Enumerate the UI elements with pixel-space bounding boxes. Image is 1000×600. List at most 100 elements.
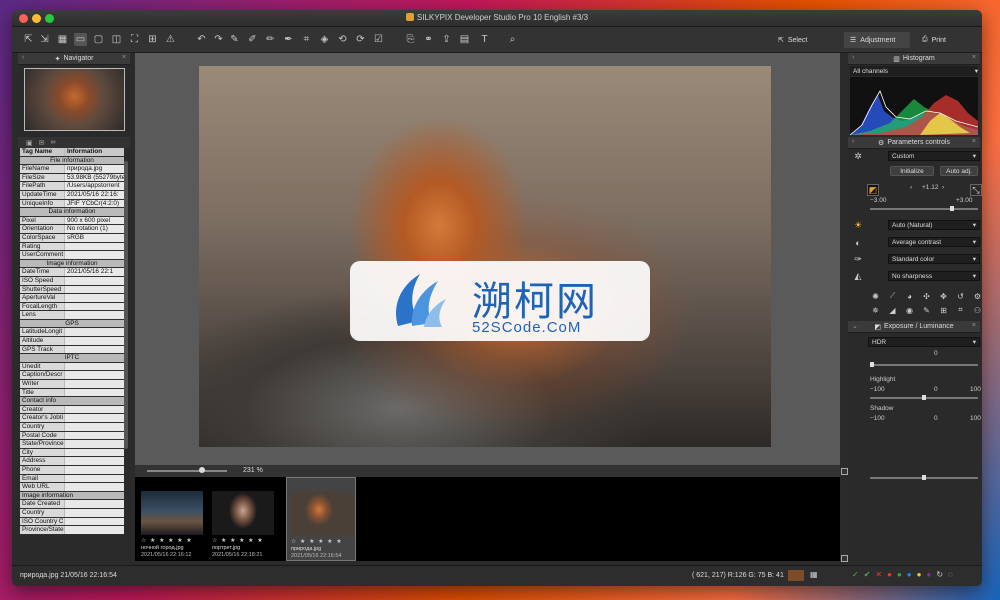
paste-params-icon[interactable]: ⎘ xyxy=(404,33,417,46)
purple-label-icon[interactable]: ● xyxy=(926,570,931,579)
info-row[interactable]: Creator's Jobti xyxy=(20,414,124,423)
highlight-slider-knob[interactable] xyxy=(922,395,926,400)
highlight-slider[interactable] xyxy=(870,395,978,400)
green-label-icon[interactable]: ● xyxy=(897,570,902,579)
info-row[interactable]: UniqueInfo JFIF YCbCr(4:2:0) xyxy=(20,199,124,209)
info-row[interactable]: Unedit xyxy=(20,362,124,372)
hsl-icon[interactable]: ◕ xyxy=(902,290,917,302)
fine-color-icon[interactable]: ✣ xyxy=(919,290,934,302)
contrast-select[interactable]: Average contrast ▾ xyxy=(888,237,980,247)
contrast-icon[interactable]: ◐ xyxy=(852,237,864,249)
undo-icon[interactable]: ↶ xyxy=(195,33,208,46)
info-row[interactable]: GPS Track xyxy=(20,345,124,355)
info-row[interactable]: ApertureVal xyxy=(20,294,124,303)
image-viewer[interactable]: 溯柯网 52SCode.CoM xyxy=(135,53,840,465)
info-row[interactable]: Orientation No rotation (1) xyxy=(20,225,124,234)
info-row[interactable]: Email xyxy=(20,474,124,484)
spot-remove-icon[interactable]: ◈ xyxy=(318,33,331,46)
info-row[interactable]: City xyxy=(20,448,124,458)
hdr-slider-knob[interactable] xyxy=(870,362,874,367)
info-row[interactable]: LatitudeLongit xyxy=(20,328,124,338)
info-row[interactable]: Address xyxy=(20,457,124,466)
lens-icon[interactable]: ✥ xyxy=(936,290,951,302)
info-row[interactable]: Phone xyxy=(20,465,124,475)
blue-label-icon[interactable]: ● xyxy=(907,570,912,579)
taste-gear-icon[interactable]: ✲ xyxy=(852,150,864,162)
shadow-value[interactable]: 0 xyxy=(934,415,938,422)
info-row[interactable]: UpdateTime 2021/05/16 22:16: xyxy=(20,190,124,200)
info-row[interactable]: Lens xyxy=(20,311,124,320)
color-select[interactable]: Standard color ▾ xyxy=(888,254,980,264)
export-icon[interactable]: ⇲ xyxy=(38,33,51,46)
highlight-value[interactable]: 0 xyxy=(934,386,938,393)
info-row[interactable]: ISO Speed xyxy=(20,276,124,286)
transform-icon[interactable]: ⚇ xyxy=(970,304,982,316)
close-panel-icon[interactable]: × xyxy=(122,54,126,61)
info-row[interactable]: Web URL xyxy=(20,483,124,492)
noise-icon[interactable]: ✺ xyxy=(868,290,883,302)
info-row[interactable]: Writer xyxy=(20,380,124,389)
info-row[interactable]: ISO Country C xyxy=(20,517,124,527)
info-row[interactable]: Creator xyxy=(20,405,124,415)
red-label-icon[interactable]: ● xyxy=(887,570,892,579)
share-icon[interactable]: ⇪ xyxy=(440,33,453,46)
highlight-icon[interactable]: ✵ xyxy=(868,304,883,316)
ok-check-icon[interactable]: ✓ xyxy=(852,570,859,579)
rotate-right-icon[interactable]: ⟳ xyxy=(354,33,367,46)
close-panel-icon[interactable]: × xyxy=(972,322,976,329)
sharpness-select[interactable]: No sharpness ▾ xyxy=(888,271,980,281)
white-balance-picker-icon[interactable]: ✐ xyxy=(246,33,259,46)
single-view-icon[interactable]: ▭ xyxy=(74,33,87,46)
hdr-slider[interactable] xyxy=(870,362,978,367)
color-brush-icon[interactable]: ✑ xyxy=(852,254,864,266)
info-tab-icon[interactable]: ▣ xyxy=(26,139,33,147)
info-row[interactable]: Altitude xyxy=(20,337,124,346)
info-row[interactable]: DateTime 2021/05/16 22:1 xyxy=(20,268,124,277)
info-row[interactable]: Date Created xyxy=(20,500,124,509)
eyedropper-icon[interactable]: ✒ xyxy=(282,33,295,46)
info-row[interactable]: Rating xyxy=(20,242,124,252)
info-row[interactable]: FilePath/Users/appstorrent xyxy=(20,182,124,191)
redo-icon[interactable]: ↷ xyxy=(212,33,225,46)
grid-toggle-icon[interactable]: ▦ xyxy=(810,570,818,579)
auto-adjust-button[interactable]: Auto adj. xyxy=(940,166,978,176)
eye-icon[interactable]: ◉ xyxy=(902,304,917,316)
text-tool-icon[interactable]: T xyxy=(478,33,491,46)
info-row[interactable]: FileSize 53.98KB (55279byte xyxy=(20,173,124,183)
collapse-arrow-icon[interactable]: ‹ xyxy=(22,54,24,61)
undo-icon[interactable]: ↺ xyxy=(953,290,968,302)
close-panel-icon[interactable]: × xyxy=(972,54,976,61)
collapse-arrow-icon[interactable]: › xyxy=(852,54,854,61)
compare-view-icon[interactable]: ◫ xyxy=(110,33,123,46)
info-row[interactable]: Title xyxy=(20,388,124,398)
link-icon[interactable]: ⚭ xyxy=(422,33,435,46)
close-panel-icon[interactable]: × xyxy=(972,138,976,145)
zoom-icon[interactable]: ⌕ xyxy=(506,33,519,46)
select-mode-button[interactable]: ⇱ Select xyxy=(772,32,813,48)
info-row[interactable]: Pixel 900 x 600 pixel xyxy=(20,216,124,226)
shadow-slider[interactable] xyxy=(870,475,978,480)
slideshow-icon[interactable]: ▤ xyxy=(458,33,471,46)
glasses-tab-icon[interactable]: ∞ xyxy=(51,139,56,146)
clone-icon[interactable]: ⚙ xyxy=(970,290,982,302)
info-row[interactable]: ShutterSpeed xyxy=(20,285,124,295)
crop-tool-icon[interactable]: ⌗ xyxy=(953,304,968,316)
exposure-icon[interactable]: ◩ xyxy=(867,184,879,196)
zoom-slider[interactable] xyxy=(147,467,227,473)
film-item[interactable]: ☆ ★ ★ ★ ★ ★ портрет.jpg 2021/05/16 22:18… xyxy=(208,477,278,561)
filmstrip-corner-button[interactable] xyxy=(841,555,848,562)
navigator-thumbnail[interactable] xyxy=(24,68,125,131)
info-row[interactable]: Country xyxy=(20,508,124,518)
brush-icon[interactable]: ✎ xyxy=(919,304,934,316)
taste-select[interactable]: Custom ▾ xyxy=(888,151,980,161)
exposure-increase-icon[interactable]: › xyxy=(942,184,944,191)
grid-view-icon[interactable]: ▦ xyxy=(56,33,69,46)
collapse-arrow-icon[interactable]: › xyxy=(852,138,854,145)
clear-label-icon[interactable]: ◌ xyxy=(948,570,953,579)
info-row[interactable]: FocalLength xyxy=(20,302,124,312)
rotate-left-icon[interactable]: ⟲ xyxy=(336,33,349,46)
collapse-arrow-icon[interactable]: ⌄ xyxy=(852,322,858,330)
crop-icon[interactable]: ⌗ xyxy=(300,33,313,46)
zoom-slider-knob[interactable] xyxy=(199,467,205,473)
yellow-label-icon[interactable]: ● xyxy=(917,570,922,579)
